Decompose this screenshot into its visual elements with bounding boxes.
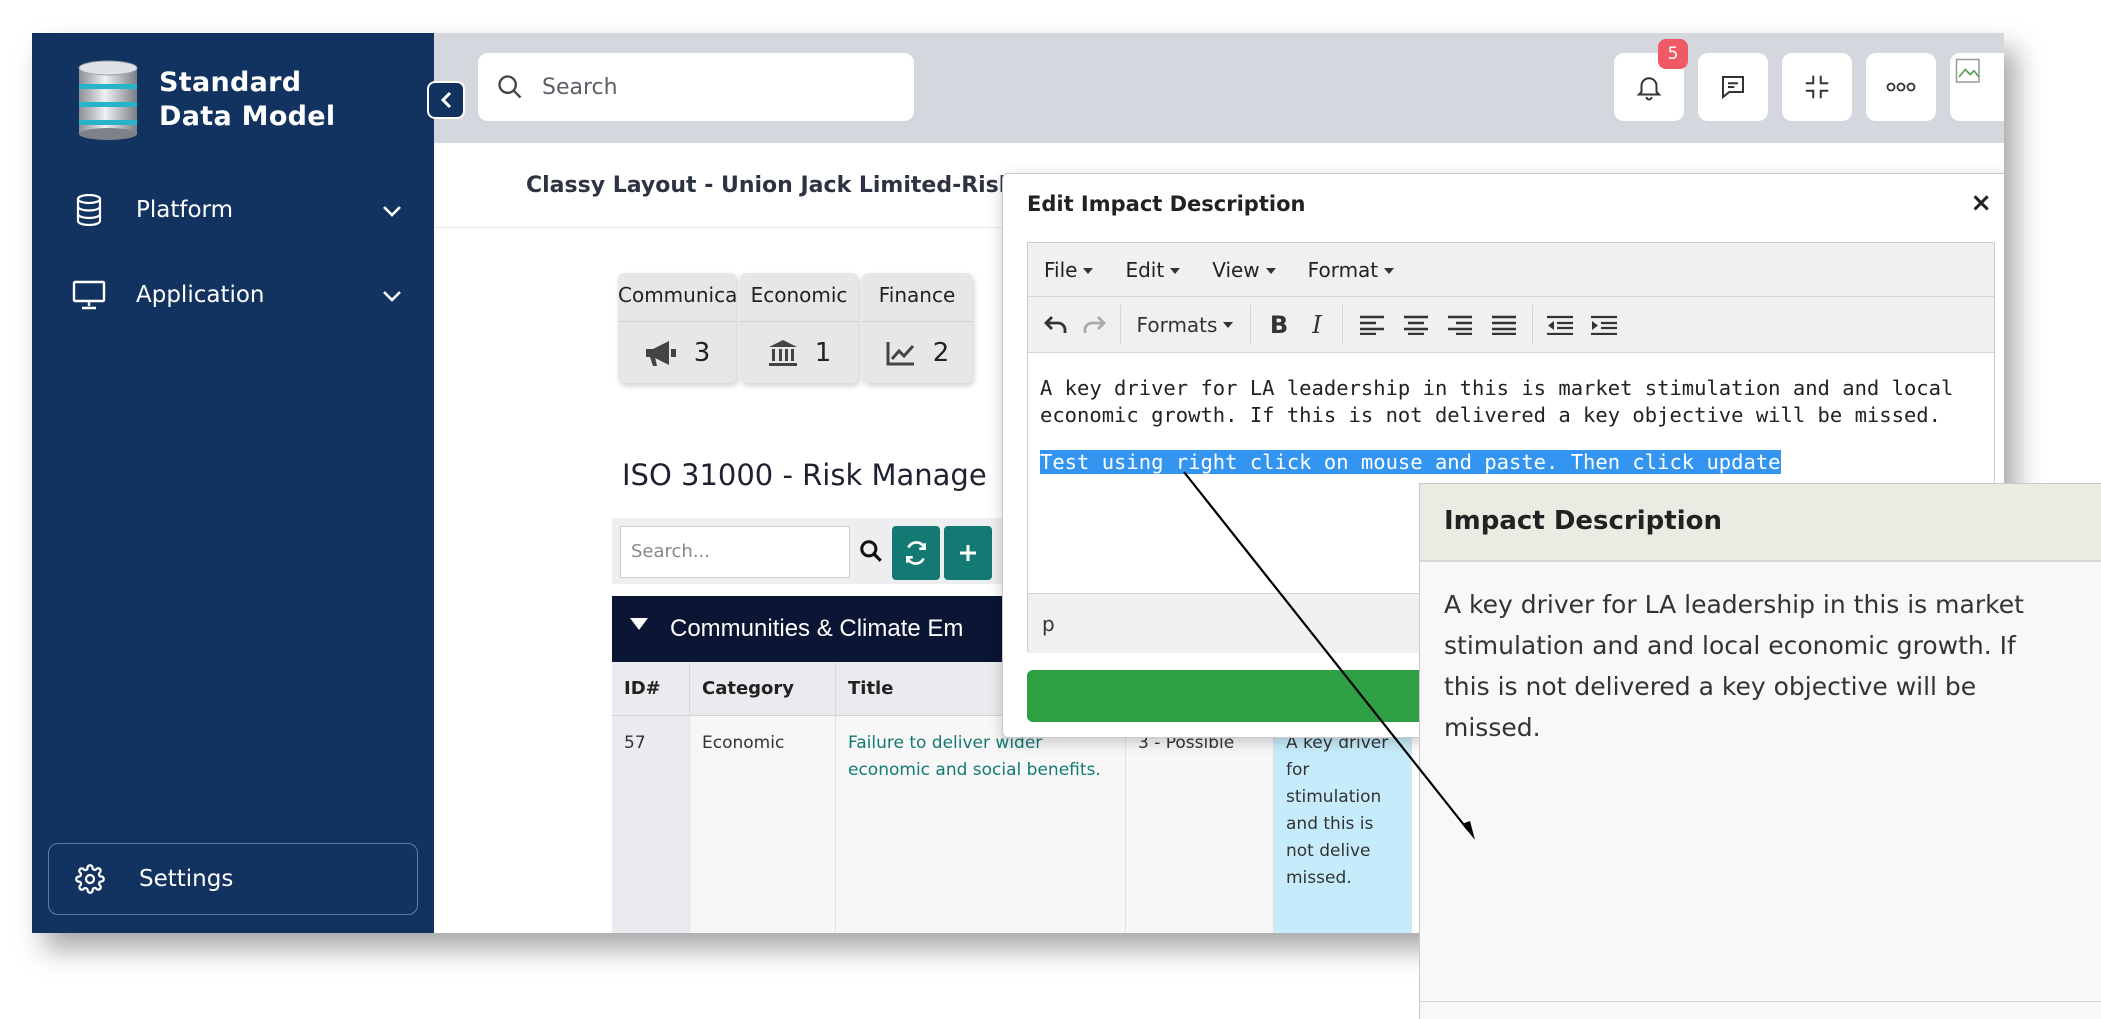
element-path[interactable]: p xyxy=(1042,612,1055,636)
search-input[interactable]: Search xyxy=(478,53,914,121)
editor-paragraph-1: A key driver for LA leadership in this i… xyxy=(1040,376,1954,427)
search-icon[interactable] xyxy=(858,538,884,564)
category-count: 3 xyxy=(693,337,711,368)
column-header-id[interactable]: ID# xyxy=(612,662,690,716)
cell-likelihood: 3 - Possible xyxy=(1126,716,1274,933)
dialog-title: Edit Impact Description xyxy=(1027,192,1306,216)
menu-file[interactable]: File xyxy=(1044,258,1094,282)
category-card-communications[interactable]: Communica 3 xyxy=(618,273,736,383)
chat-icon xyxy=(1722,76,1744,100)
bell-icon xyxy=(1636,77,1662,101)
cell-id: 57 xyxy=(612,716,690,933)
menu-format[interactable]: Format xyxy=(1308,258,1395,282)
notifications-button[interactable]: 5 xyxy=(1614,39,1688,121)
database-logo-icon xyxy=(77,60,139,140)
bold-button[interactable]: B xyxy=(1262,309,1296,341)
sidebar-item-label: Application xyxy=(136,282,265,308)
chart-icon xyxy=(886,341,914,365)
brand[interactable]: Standard Data Model xyxy=(77,60,335,140)
outdent-icon[interactable] xyxy=(1540,309,1580,341)
user-avatar[interactable] xyxy=(1950,53,2004,121)
editor-toolbar: Formats B I xyxy=(1028,297,1994,353)
editor-menubar: File Edit View Format xyxy=(1028,243,1994,297)
align-right-icon[interactable] xyxy=(1440,309,1480,341)
zoom-callout: Impact Description A key driver for LA l… xyxy=(1419,483,2101,1019)
gear-icon xyxy=(75,864,105,894)
chevron-down-icon xyxy=(382,198,402,224)
column-header-category[interactable]: Category xyxy=(690,662,836,716)
brand-line-1: Standard xyxy=(159,67,302,98)
group-header[interactable]: Communities & Climate Em xyxy=(612,596,1032,662)
search-placeholder: Search xyxy=(542,74,618,100)
add-button[interactable] xyxy=(944,526,992,580)
indent-icon[interactable] xyxy=(1584,309,1624,341)
category-label: Economic xyxy=(750,283,848,307)
more-icon xyxy=(1886,82,1916,92)
chevron-down-icon xyxy=(382,283,402,309)
broken-image-icon xyxy=(1955,58,1980,83)
table-toolbar: Search... xyxy=(612,518,1012,584)
plus-icon xyxy=(960,545,976,561)
section-title: ISO 31000 - Risk Manage xyxy=(622,458,987,492)
messages-button[interactable] xyxy=(1698,53,1768,121)
category-label: Finance xyxy=(878,283,956,307)
zoom-impact-description: A key driver for LA leadership in this i… xyxy=(1444,590,2024,742)
align-left-icon[interactable] xyxy=(1352,309,1392,341)
notification-badge: 5 xyxy=(1658,39,1688,69)
topbar: Search 5 xyxy=(434,33,2004,143)
category-card-finance[interactable]: Finance 2 xyxy=(862,273,972,383)
brand-line-2: Data Model xyxy=(159,101,336,132)
align-center-icon[interactable] xyxy=(1396,309,1436,341)
monitor-icon xyxy=(72,278,106,312)
cell-category: Economic xyxy=(690,716,836,933)
sidebar-collapse-button[interactable] xyxy=(427,81,465,119)
category-count: 2 xyxy=(932,337,950,368)
caret-down-icon xyxy=(630,618,648,630)
chevron-left-icon xyxy=(440,91,452,109)
sidebar-item-platform[interactable]: Platform xyxy=(72,188,402,232)
database-icon xyxy=(72,193,106,227)
compress-icon xyxy=(1805,75,1829,99)
zoom-header-label: Impact Description xyxy=(1444,506,1722,536)
cell-impact-description[interactable]: A key driver for stimulation and this is… xyxy=(1274,716,1412,933)
undo-icon[interactable] xyxy=(1038,309,1074,341)
cell-title-link[interactable]: Failure to deliver wider economic and so… xyxy=(836,716,1126,933)
refresh-icon xyxy=(906,541,926,565)
category-label: Communica xyxy=(618,283,736,307)
align-justify-icon[interactable] xyxy=(1484,309,1524,341)
table-search-input[interactable]: Search... xyxy=(620,526,850,578)
search-icon xyxy=(498,75,522,99)
settings-label: Settings xyxy=(139,866,234,892)
category-card-economic[interactable]: Economic 1 xyxy=(740,273,858,383)
sidebar-item-application[interactable]: Application xyxy=(72,273,402,317)
close-icon[interactable]: × xyxy=(1970,188,1992,218)
redo-icon[interactable] xyxy=(1076,309,1112,341)
editor-paragraph-2-selected: Test using right click on mouse and past… xyxy=(1040,450,1781,474)
page-title: Classy Layout - Union Jack Limited-Risk xyxy=(526,173,1014,198)
sidebar: Standard Data Model Platform Application… xyxy=(32,33,434,933)
zoom-header: Impact Description xyxy=(1420,484,2101,562)
divider xyxy=(1420,1001,2101,1002)
menu-edit[interactable]: Edit xyxy=(1125,258,1181,282)
italic-button[interactable]: I xyxy=(1300,309,1334,341)
fullscreen-exit-button[interactable] xyxy=(1782,53,1852,121)
category-count: 1 xyxy=(814,337,832,368)
refresh-button[interactable] xyxy=(892,526,940,580)
sidebar-item-label: Platform xyxy=(136,197,233,223)
megaphone-icon xyxy=(645,340,676,366)
bank-icon xyxy=(768,339,797,366)
more-button[interactable] xyxy=(1866,53,1936,121)
settings-button[interactable]: Settings xyxy=(48,843,418,915)
menu-view[interactable]: View xyxy=(1212,258,1276,282)
group-label: Communities & Climate Em xyxy=(670,615,964,642)
formats-dropdown[interactable]: Formats xyxy=(1130,309,1240,341)
